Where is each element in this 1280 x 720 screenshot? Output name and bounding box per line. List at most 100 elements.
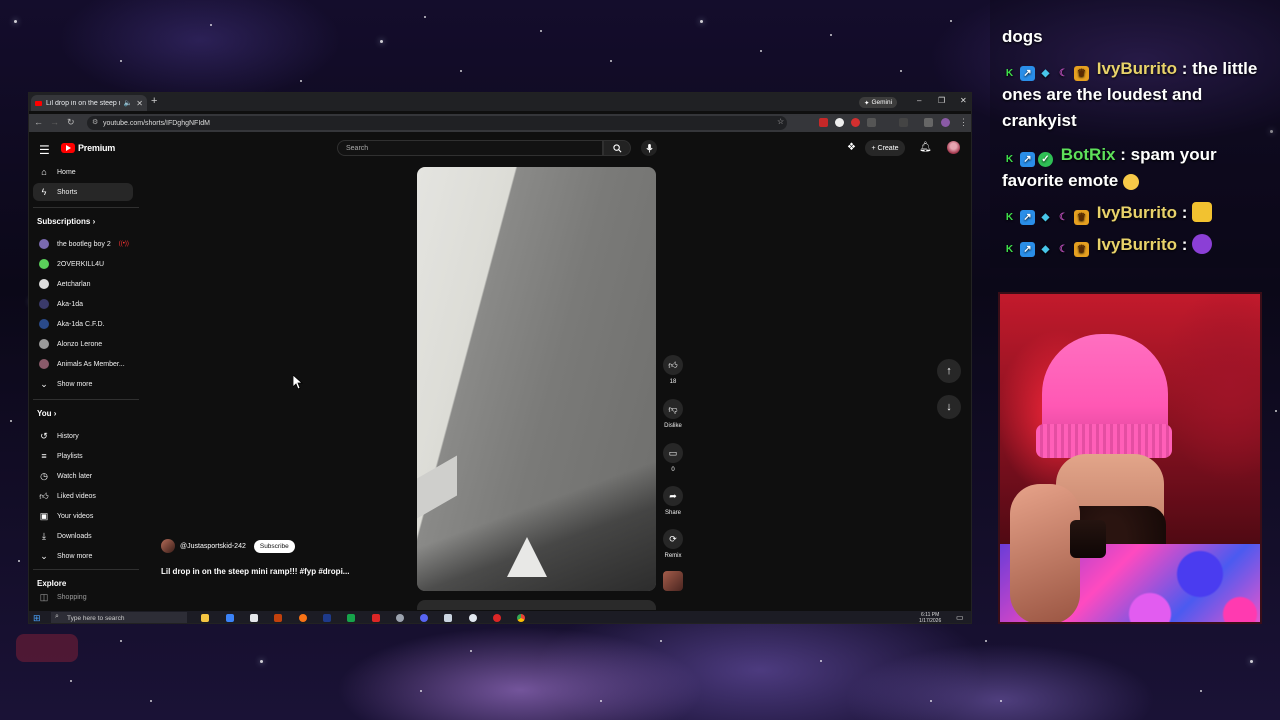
search-button[interactable]	[603, 140, 631, 156]
close-tab-icon[interactable]: ✕	[136, 99, 143, 108]
discord-icon[interactable]	[420, 614, 428, 622]
sidebar-item-label: Playlists	[57, 452, 83, 460]
sidebar-item-subscription[interactable]: Aka-1da C.F.D.	[33, 315, 133, 333]
reload-icon[interactable]: ↻	[67, 117, 75, 128]
next-short-button[interactable]: ↓	[937, 395, 961, 419]
arrow-badge-icon: ↗	[1020, 152, 1035, 167]
sidebar-item-subscription[interactable]: Animals As Member...	[33, 355, 133, 373]
sidebar-item-watch-later[interactable]: ◷ Watch later	[33, 467, 133, 485]
minimize-icon[interactable]: –	[917, 96, 921, 105]
channel-name[interactable]: @Justasportskid-242	[180, 543, 246, 550]
menu-dots-icon[interactable]: ⋮	[959, 117, 968, 128]
comments-button[interactable]: ▭ 0	[661, 443, 685, 473]
divider	[33, 399, 139, 400]
sidebar-item-subscription[interactable]: the bootleg boy 2 ((•))	[33, 235, 133, 253]
channel-avatar[interactable]	[161, 539, 175, 553]
sidepanel-icon[interactable]	[899, 118, 908, 127]
sidebar-item-history[interactable]: ↺ History	[33, 427, 133, 445]
youtube-logo[interactable]: Premium	[61, 143, 115, 153]
taskbar-app-icon[interactable]	[323, 614, 331, 622]
previous-short-button[interactable]: ↑	[937, 359, 961, 383]
address-bar[interactable]: ⚙ youtube.com/shorts/IFDghgNFIdM	[87, 116, 787, 130]
notification-center-icon[interactable]: ▭	[956, 613, 964, 622]
profile-icon[interactable]	[941, 118, 950, 127]
taskbar-app-icon[interactable]	[469, 614, 477, 622]
close-window-icon[interactable]: ✕	[960, 96, 967, 105]
sidebar-item-label: Animals As Member...	[57, 360, 125, 368]
extension-icon[interactable]	[867, 118, 876, 127]
extension-icon[interactable]	[851, 118, 860, 127]
search-input[interactable]: Search	[337, 140, 603, 156]
taskbar-app-icon[interactable]	[396, 614, 404, 622]
chat-username: IvyBurrito	[1096, 203, 1178, 222]
share-button[interactable]: ➦ Share	[661, 486, 685, 516]
extensions-puzzle-icon[interactable]	[924, 118, 933, 127]
sidebar-item-playlists[interactable]: ≡ Playlists	[33, 447, 133, 465]
restore-icon[interactable]: ❐	[938, 96, 945, 105]
sidebar-item-shopping[interactable]: ◫ Shopping	[33, 591, 133, 603]
sidebar-item-your-videos[interactable]: ▣ Your videos	[33, 507, 133, 525]
taskbar-app-icon[interactable]	[250, 614, 258, 622]
sidebar-item-home[interactable]: ⌂ Home	[33, 163, 133, 181]
sidebar-item-subscription[interactable]: Aka-1da	[33, 295, 133, 313]
extension-icon[interactable]	[819, 118, 828, 127]
sidebar-item-shorts[interactable]: ϟ Shorts	[33, 183, 133, 201]
star	[1250, 660, 1253, 663]
browser-tab[interactable]: Lil drop in on the steep mi 🔈 ✕	[31, 95, 147, 111]
cube-badge-icon: ◆	[1041, 212, 1050, 223]
taskbar-app-icon[interactable]	[274, 614, 282, 622]
chevron-right-icon: ›	[53, 409, 57, 418]
sidebar-item-label: Aka-1da C.F.D.	[57, 320, 105, 328]
taskbar-app-icon[interactable]	[372, 614, 380, 622]
you-heading[interactable]: You ›	[37, 409, 56, 418]
sidebar-item-subscription[interactable]: Alonzo Lerone	[33, 335, 133, 353]
sidebar-item-downloads[interactable]: ⤓ Downloads	[33, 527, 133, 545]
chrome-icon[interactable]	[517, 614, 525, 622]
star	[10, 420, 12, 422]
taskbar-app-icon[interactable]	[493, 614, 501, 622]
voice-search-button[interactable]	[641, 140, 657, 156]
remix-button[interactable]: ⟳ Remix	[661, 529, 685, 559]
forward-icon[interactable]: →	[50, 117, 59, 127]
extension-icon[interactable]	[835, 118, 844, 127]
sidebar-item-subscription[interactable]: Aetcharlan	[33, 275, 133, 293]
back-icon[interactable]: ←	[34, 117, 43, 127]
next-short-preview[interactable]	[417, 600, 656, 610]
star	[210, 24, 212, 26]
sound-thumbnail[interactable]	[663, 571, 683, 591]
taskbar-search-input[interactable]: ⌕ Type here to search	[51, 612, 187, 623]
create-button[interactable]: + Create	[865, 140, 905, 156]
dislike-button[interactable]: 👎︎ Dislike	[661, 399, 685, 429]
sidebar-item-subscription[interactable]: 2OVERKILL4U	[33, 255, 133, 273]
windows-start-icon[interactable]: ⊞	[33, 613, 41, 623]
avatar[interactable]	[947, 141, 960, 154]
chevron-down-icon: ⌄	[40, 550, 48, 561]
taskbar-app-icon[interactable]	[444, 614, 452, 622]
gemini-button[interactable]: ✦ Gemini	[859, 97, 898, 108]
video-title[interactable]: Lil drop in on the steep mini ramp!!! #f…	[161, 567, 349, 576]
star-icon[interactable]: ☆	[777, 117, 784, 126]
hamburger-menu-icon[interactable]: ☰	[39, 143, 50, 157]
speaker-icon[interactable]: 🔈	[124, 99, 133, 107]
taskbar-app-icon[interactable]	[201, 614, 209, 622]
sidebar-show-more[interactable]: ⌄ Show more	[33, 375, 133, 393]
site-info-icon[interactable]: ⚙	[92, 118, 98, 126]
sidebar-item-liked-videos[interactable]: 👍︎ Liked videos	[33, 487, 133, 505]
taskbar-clock[interactable]: 6:11 PM 1/17/2026	[919, 612, 941, 623]
sidebar-show-more[interactable]: ⌄ Show more	[33, 547, 133, 565]
new-tab-button[interactable]: +	[151, 95, 157, 107]
star	[820, 660, 822, 662]
avatar	[39, 319, 49, 329]
taskbar-app-icon[interactable]	[347, 614, 355, 622]
star	[1275, 410, 1277, 412]
like-button[interactable]: 👍︎ 18	[661, 355, 685, 385]
notifications-bell-icon[interactable]: 🔔︎	[919, 142, 932, 153]
explore-heading: Explore	[37, 579, 67, 588]
firefox-icon[interactable]	[299, 614, 307, 622]
star	[14, 20, 17, 23]
shorts-video-player[interactable]	[417, 167, 656, 591]
cast-icon[interactable]: ❖	[847, 142, 856, 153]
subscriptions-heading[interactable]: Subscriptions ›	[37, 217, 95, 226]
taskbar-app-icon[interactable]	[226, 614, 234, 622]
subscribe-button[interactable]: Subscribe	[253, 539, 295, 553]
